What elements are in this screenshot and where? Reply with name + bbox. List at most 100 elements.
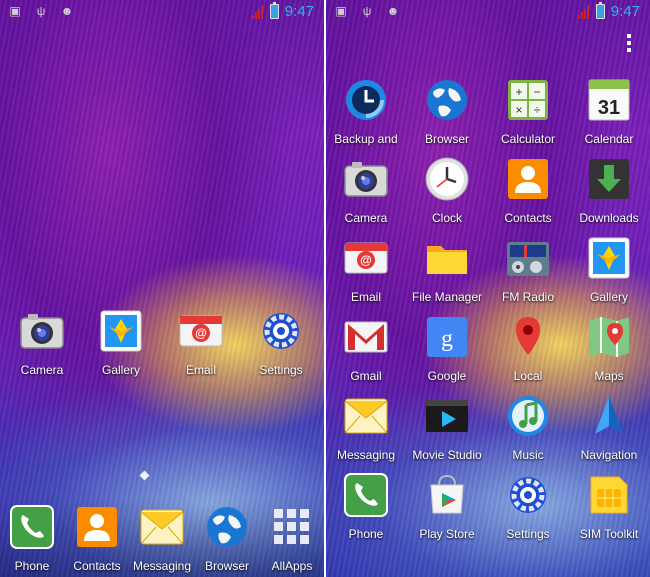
play-store-icon	[423, 471, 471, 519]
app-label: Contacts	[504, 211, 552, 225]
app-drawer[interactable]: ▣ ψ ☻ 9:47 Backup and Browser Calculator 31…	[326, 0, 650, 577]
drawer-app-music[interactable]: Music	[488, 392, 568, 462]
phone-icon	[342, 471, 390, 519]
image-notification-icon: ▣	[9, 4, 21, 18]
camera-icon	[18, 307, 66, 355]
app-label: Maps	[594, 369, 624, 383]
usb-icon: ψ	[36, 4, 46, 18]
app-label: Phone	[348, 527, 384, 541]
battery-icon	[269, 2, 279, 19]
status-bar[interactable]: ▣ ψ ☻ 9:47	[0, 0, 324, 24]
app-label: Movie Studio	[412, 448, 482, 462]
movie-studio-icon	[423, 392, 471, 440]
app-label: Music	[512, 448, 544, 462]
fm-radio-icon	[504, 234, 552, 282]
app-label: FM Radio	[501, 290, 554, 304]
browser-icon	[203, 503, 251, 551]
navigation-icon	[585, 392, 633, 440]
downloads-icon	[585, 155, 633, 203]
clock-icon	[423, 155, 471, 203]
status-time: 9:47	[610, 3, 640, 20]
drawer-app-local[interactable]: Local	[488, 313, 568, 383]
drawer-app-maps[interactable]: Maps	[569, 313, 649, 383]
settings-icon	[257, 307, 305, 355]
drawer-app-browser[interactable]: Browser	[407, 76, 487, 146]
app-label: Play Store	[419, 527, 475, 541]
drawer-app-navigation[interactable]: Navigation	[569, 392, 649, 462]
drawer-app-phone[interactable]: Phone	[326, 471, 406, 541]
maps-icon	[585, 313, 633, 361]
battery-icon	[595, 2, 605, 19]
app-label: Backup and	[334, 132, 398, 146]
android-debug-icon: ☻	[60, 4, 74, 18]
drawer-app-email[interactable]: Email	[326, 234, 406, 304]
home-app-gallery[interactable]: Gallery	[81, 307, 161, 377]
app-label: Camera	[344, 211, 388, 225]
image-notification-icon: ▣	[335, 4, 347, 18]
app-label: Downloads	[579, 211, 639, 225]
music-icon	[504, 392, 552, 440]
drawer-app-play-store[interactable]: Play Store	[407, 471, 487, 541]
home-screen[interactable]: ▣ ψ ☻ 9:47 Camera Gallery Email Settings…	[0, 0, 324, 577]
drawer-app-movie-studio[interactable]: Movie Studio	[407, 392, 487, 462]
app-label: Settings	[506, 527, 550, 541]
home-app-settings[interactable]: Settings	[241, 307, 321, 377]
signal-icon	[251, 4, 264, 19]
settings-icon	[504, 471, 552, 519]
drawer-app-calendar[interactable]: 31 Calendar	[569, 76, 649, 146]
home-app-email[interactable]: Email	[161, 307, 241, 377]
status-bar[interactable]: ▣ ψ ☻ 9:47	[326, 0, 650, 24]
app-label: Gmail	[350, 369, 382, 383]
camera-icon	[342, 155, 390, 203]
app-label: Gallery	[101, 363, 140, 377]
app-label: Local	[513, 369, 543, 383]
overflow-menu-icon[interactable]	[626, 34, 632, 55]
drawer-app-settings[interactable]: Settings	[488, 471, 568, 541]
drawer-app-backup[interactable]: Backup and	[326, 76, 406, 146]
app-label: Google	[427, 369, 467, 383]
calculator-icon	[504, 76, 552, 124]
app-label: Messaging	[336, 448, 396, 462]
app-label: Email	[350, 290, 381, 304]
messaging-icon	[342, 392, 390, 440]
drawer-app-gmail[interactable]: Gmail	[326, 313, 406, 383]
home-app-camera[interactable]: Camera	[2, 307, 82, 377]
google-icon	[423, 313, 471, 361]
status-time: 9:47	[284, 3, 314, 20]
android-debug-icon: ☻	[386, 4, 400, 18]
app-label: Email	[185, 363, 216, 377]
messaging-icon	[138, 503, 186, 551]
drawer-app-camera[interactable]: Camera	[326, 155, 406, 225]
drawer-app-gallery[interactable]: Gallery	[569, 234, 649, 304]
usb-icon: ψ	[362, 4, 372, 18]
email-icon	[177, 307, 225, 355]
drawer-app-sim-toolkit[interactable]: SIM Toolkit	[569, 471, 649, 541]
file-manager-icon	[423, 234, 471, 282]
app-label: Settings	[259, 363, 303, 377]
app-label: Calculator	[500, 132, 556, 146]
drawer-app-fm-radio[interactable]: FM Radio	[488, 234, 568, 304]
gallery-icon	[97, 307, 145, 355]
email-icon	[342, 234, 390, 282]
app-label: SIM Toolkit	[579, 527, 639, 541]
app-label: Clock	[431, 211, 462, 225]
home-page-indicator	[139, 470, 150, 481]
dock-app-allapps[interactable]: AllApps	[252, 503, 324, 573]
browser-icon	[423, 76, 471, 124]
app-label: Calendar	[584, 132, 634, 146]
drawer-app-contacts[interactable]: Contacts	[488, 155, 568, 225]
phone-icon	[8, 503, 56, 551]
drawer-app-google[interactable]: Google	[407, 313, 487, 383]
drawer-app-downloads[interactable]: Downloads	[569, 155, 649, 225]
app-label: Camera	[20, 363, 64, 377]
drawer-app-messaging[interactable]: Messaging	[326, 392, 406, 462]
app-label: AllApps	[271, 559, 313, 573]
drawer-app-calculator[interactable]: Calculator	[488, 76, 568, 146]
contacts-icon	[504, 155, 552, 203]
app-label: Gallery	[589, 290, 628, 304]
sim-toolkit-icon	[585, 471, 633, 519]
drawer-app-file-manager[interactable]: File Manager	[407, 234, 487, 304]
drawer-app-clock[interactable]: Clock	[407, 155, 487, 225]
app-label: Browser	[424, 132, 469, 146]
calendar-icon: 31	[585, 76, 633, 124]
